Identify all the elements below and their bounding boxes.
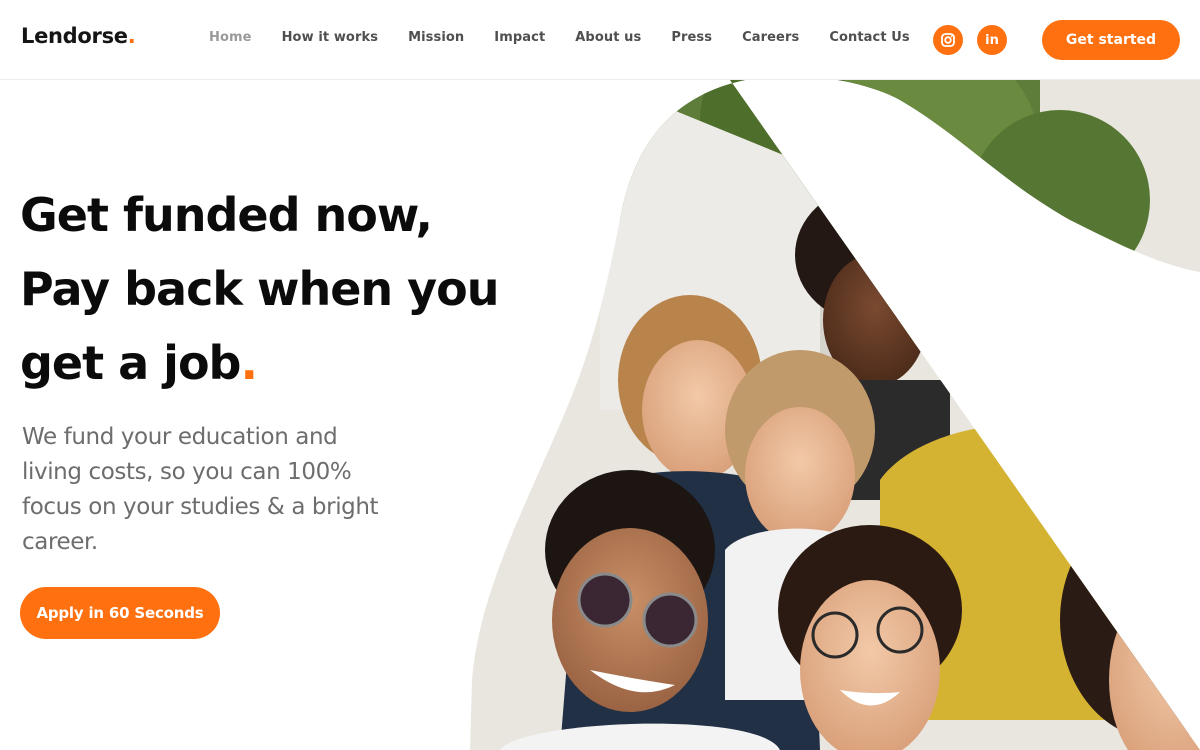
main-nav: Home How it works Mission Impact About u…: [209, 30, 940, 45]
students-photo: [470, 80, 1200, 750]
nav-how-it-works[interactable]: How it works: [282, 30, 378, 45]
headline-line-3-text: get a job: [20, 336, 241, 390]
site-header: Lendorse. Home How it works Mission Impa…: [0, 0, 1200, 80]
nav-about-us[interactable]: About us: [575, 30, 641, 45]
nav-contact-us[interactable]: Contact Us: [829, 30, 909, 45]
apply-button[interactable]: Apply in 60 Seconds: [20, 587, 220, 639]
instagram-icon: [941, 33, 955, 47]
logo-dot: .: [127, 24, 136, 48]
nav-home[interactable]: Home: [209, 30, 252, 45]
headline-dot: .: [240, 336, 258, 390]
linkedin-icon: in: [985, 32, 999, 48]
get-started-button[interactable]: Get started: [1042, 20, 1180, 60]
linkedin-link[interactable]: in: [977, 25, 1007, 55]
instagram-link[interactable]: [933, 25, 963, 55]
logo-text: Lendorse: [21, 24, 128, 48]
nav-press[interactable]: Press: [671, 30, 712, 45]
hero-subtext: We fund your education and living costs,…: [22, 424, 379, 555]
lendorse-logo[interactable]: Lendorse.: [21, 24, 136, 48]
nav-careers[interactable]: Careers: [742, 30, 799, 45]
nav-mission[interactable]: Mission: [408, 30, 464, 45]
nav-impact[interactable]: Impact: [494, 30, 545, 45]
